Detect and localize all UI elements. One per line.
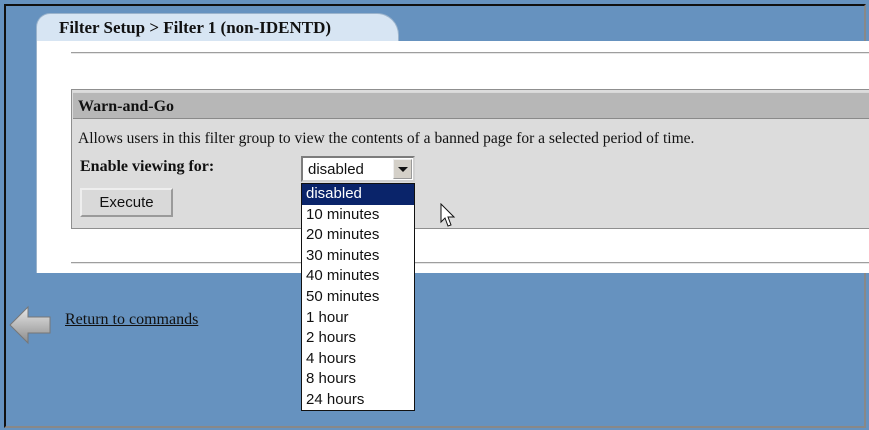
dropdown-option[interactable]: 4 hours: [302, 349, 414, 370]
return-to-commands-link[interactable]: Return to commands: [65, 311, 198, 329]
dropdown-option[interactable]: 1 hour: [302, 308, 414, 329]
section-title: Warn-and-Go: [78, 98, 175, 115]
dropdown-option[interactable]: 24 hours: [302, 390, 414, 411]
execute-button[interactable]: Execute: [80, 188, 173, 217]
dropdown-option[interactable]: disabled: [302, 184, 414, 205]
section-description: Allows users in this filter group to vie…: [78, 130, 695, 147]
dropdown-option[interactable]: 40 minutes: [302, 266, 414, 287]
back-arrow-icon[interactable]: [8, 303, 52, 347]
dropdown-option[interactable]: 2 hours: [302, 328, 414, 349]
select-value: disabled: [308, 161, 364, 178]
dropdown-option[interactable]: 50 minutes: [302, 287, 414, 308]
bottom-divider: [71, 262, 869, 264]
enable-viewing-label: Enable viewing for:: [80, 158, 215, 175]
section-header: [73, 92, 869, 119]
chevron-down-icon[interactable]: [393, 159, 412, 179]
page-title: Filter Setup > Filter 1 (non-IDENTD): [59, 18, 332, 37]
enable-viewing-select[interactable]: disabled: [301, 156, 415, 182]
dropdown-option[interactable]: 10 minutes: [302, 205, 414, 226]
viewing-duration-dropdown[interactable]: disabled 10 minutes 20 minutes 30 minutes 40…: [301, 183, 415, 411]
dropdown-option[interactable]: 20 minutes: [302, 225, 414, 246]
mouse-cursor-icon: [440, 203, 456, 227]
top-divider: [71, 52, 869, 54]
dropdown-option[interactable]: 8 hours: [302, 369, 414, 390]
dropdown-option[interactable]: 30 minutes: [302, 246, 414, 267]
